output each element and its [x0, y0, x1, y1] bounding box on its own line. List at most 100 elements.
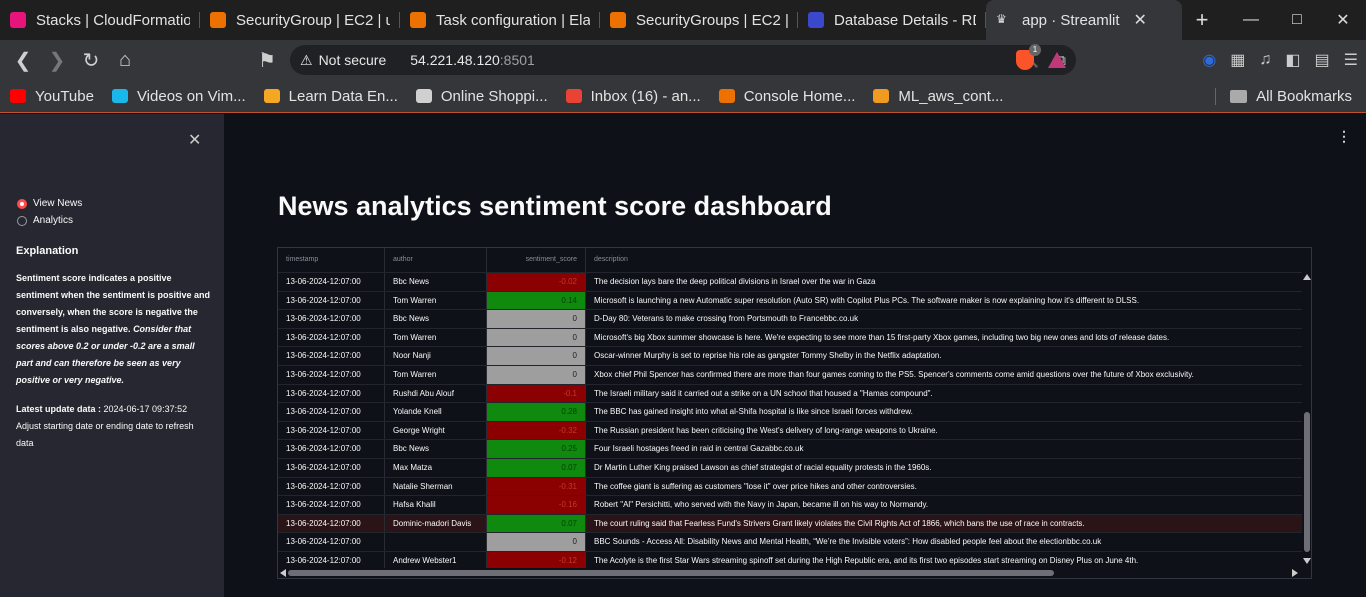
cell-description[interactable]: The coffee giant is suffering as custome… [586, 478, 1302, 497]
cell-sentiment-score[interactable]: 0 [487, 310, 586, 329]
browser-tab[interactable]: Task configuration | Ela [400, 0, 600, 40]
music-icon[interactable]: ♫ [1259, 51, 1271, 69]
browser-tab[interactable]: ♛ app · Streamlit ✕ [986, 0, 1182, 40]
home-icon[interactable]: ⌂ [108, 43, 142, 77]
more-options-icon[interactable]: ⋮ [1337, 128, 1351, 145]
cell-description[interactable]: Microsoft's big Xbox summer showcase is … [586, 329, 1302, 348]
column-header-description[interactable]: description [586, 248, 1302, 272]
cell-description[interactable]: The BBC has gained insight into what al-… [586, 403, 1302, 422]
cell-sentiment-score[interactable]: 0.14 [487, 291, 586, 311]
horizontal-scroll-thumb[interactable] [288, 570, 1054, 576]
cell-author[interactable]: Rushdi Abu Alouf [385, 384, 487, 404]
cell-sentiment-score[interactable]: 0 [487, 347, 586, 366]
table-row[interactable]: 13-06-2024-12:07:00 Natalie Sherman -0.31 T… [278, 476, 1302, 497]
cell-author[interactable]: George Wright [385, 421, 487, 441]
cell-author[interactable]: Noor Nanji [385, 347, 487, 366]
table-row[interactable]: 13-06-2024-12:07:00 Bbc News -0.02 The deci… [278, 272, 1302, 292]
column-header-timestamp[interactable]: timestamp [278, 248, 385, 272]
sidebar-icon[interactable]: ◧ [1285, 50, 1300, 70]
cell-description[interactable]: Xbox chief Phil Spencer has confirmed th… [586, 366, 1302, 385]
cell-sentiment-score[interactable]: -0.02 [487, 273, 586, 292]
bookmark-page-icon[interactable]: ⚑ [250, 43, 284, 77]
cell-author[interactable]: Yolande Knell [385, 403, 487, 422]
bookmark-item[interactable]: Online Shoppi... [415, 88, 548, 105]
cell-sentiment-score[interactable]: 0 [487, 366, 586, 385]
table-row[interactable]: 13-06-2024-12:07:00 Noor Nanji 0 Oscar-winn… [278, 346, 1302, 366]
bookmark-item[interactable]: Inbox (16) - an... [565, 88, 701, 105]
horizontal-scrollbar[interactable] [278, 568, 1302, 578]
maximize-icon[interactable]: □ [1274, 11, 1320, 29]
cell-sentiment-score[interactable]: 0 [487, 328, 586, 348]
cell-timestamp[interactable]: 13-06-2024-12:07:00 [278, 533, 385, 552]
table-row[interactable]: 13-06-2024-12:07:00 Tom Warren 0 Xbox chief… [278, 365, 1302, 385]
vertical-scroll-thumb[interactable] [1304, 412, 1310, 552]
table-row[interactable]: 13-06-2024-12:07:00 Max Matza 0.07 Dr Marti… [278, 458, 1302, 478]
cell-description[interactable]: Microsoft is launching a new Automatic s… [586, 292, 1302, 311]
cell-author[interactable]: Bbc News [385, 310, 487, 329]
cell-sentiment-score[interactable]: 0.28 [487, 403, 586, 422]
cell-author[interactable]: Dominic-madori Davis [385, 514, 487, 534]
cell-timestamp[interactable]: 13-06-2024-12:07:00 [278, 366, 385, 385]
table-row[interactable]: 13-06-2024-12:07:00 Andrew Webster1 -0.12 T… [278, 551, 1302, 571]
browser-tab[interactable]: SecurityGroups | EC2 | [600, 0, 798, 40]
news-dataframe[interactable]: timestamp author sentiment_score descrip… [277, 247, 1312, 579]
table-row[interactable]: 13-06-2024-12:07:00 Hafsa Khalil -0.16 Robe… [278, 495, 1302, 515]
cell-author[interactable]: Tom Warren [385, 328, 487, 348]
cell-description[interactable]: Robert "Al" Persichitti, who served with… [586, 496, 1302, 515]
cell-sentiment-score[interactable]: -0.31 [487, 477, 586, 497]
cell-sentiment-score[interactable]: 0.07 [487, 514, 586, 534]
column-header-author[interactable]: author [385, 248, 487, 272]
reload-icon[interactable]: ↻ [74, 43, 108, 77]
cell-timestamp[interactable]: 13-06-2024-12:07:00 [278, 496, 385, 515]
cell-timestamp[interactable]: 13-06-2024-12:07:00 [278, 459, 385, 478]
cell-description[interactable]: Four Israeli hostages freed in raid in c… [586, 440, 1302, 459]
all-bookmarks[interactable]: All Bookmarks [1230, 80, 1352, 113]
cell-timestamp[interactable]: 13-06-2024-12:07:00 [278, 273, 385, 292]
back-icon[interactable]: ❮ [6, 43, 40, 77]
browser-tab[interactable]: SecurityGroup | EC2 | u [200, 0, 400, 40]
cell-timestamp[interactable]: 13-06-2024-12:07:00 [278, 403, 385, 422]
cell-author[interactable]: Tom Warren [385, 291, 487, 311]
cell-timestamp[interactable]: 13-06-2024-12:07:00 [278, 310, 385, 329]
cell-sentiment-score[interactable]: -0.16 [487, 496, 586, 515]
cell-author[interactable]: Bbc News [385, 440, 487, 459]
cell-timestamp[interactable]: 13-06-2024-12:07:00 [278, 440, 385, 459]
table-row[interactable]: 13-06-2024-12:07:00 Tom Warren 0 Microsoft'… [278, 327, 1302, 348]
table-row[interactable]: 13-06-2024-12:07:00 George Wright -0.32 The… [278, 420, 1302, 441]
cell-sentiment-score[interactable]: -0.32 [487, 421, 586, 441]
cell-author[interactable]: Max Matza [385, 459, 487, 478]
cell-description[interactable]: The Israeli military said it carried out… [586, 385, 1302, 404]
table-row[interactable]: 13-06-2024-12:07:00 0 BBC Sounds - Access … [278, 532, 1302, 552]
table-row[interactable]: 13-06-2024-12:07:00 Bbc News 0 D-Day 80: Ve… [278, 309, 1302, 329]
table-row[interactable]: 13-06-2024-12:07:00 Yolande Knell 0.28 The … [278, 402, 1302, 422]
cell-timestamp[interactable]: 13-06-2024-12:07:00 [278, 514, 385, 534]
cell-timestamp[interactable]: 13-06-2024-12:07:00 [278, 477, 385, 497]
column-header-sentiment-score[interactable]: sentiment_score [487, 248, 586, 272]
cell-timestamp[interactable]: 13-06-2024-12:07:00 [278, 347, 385, 366]
brave-shields-icon[interactable]: 1 [1016, 44, 1041, 70]
close-window-icon[interactable]: ✕ [1320, 10, 1366, 30]
cell-description[interactable]: Oscar-winner Murphy is set to reprise hi… [586, 347, 1302, 366]
table-row[interactable]: 13-06-2024-12:07:00 Bbc News 0.25 Four Isra… [278, 439, 1302, 459]
bookmark-item[interactable]: ML_aws_cont... [873, 88, 1003, 105]
radio-view-news[interactable]: View News [17, 198, 82, 209]
cell-timestamp[interactable]: 13-06-2024-12:07:00 [278, 384, 385, 404]
cell-sentiment-score[interactable]: 0.07 [487, 459, 586, 478]
cell-sentiment-score[interactable]: 0 [487, 533, 586, 552]
cell-author[interactable]: Tom Warren [385, 366, 487, 385]
cell-timestamp[interactable]: 13-06-2024-12:07:00 [278, 421, 385, 441]
cell-description[interactable]: Dr Martin Luther King praised Lawson as … [586, 459, 1302, 478]
address-bar[interactable]: ⚠ Not secure 54.221.48.120:8501 🔍 ⧉ [290, 45, 1076, 75]
cell-description[interactable]: D-Day 80: Veterans to make crossing from… [586, 310, 1302, 329]
bookmark-item[interactable]: Learn Data En... [263, 88, 398, 105]
bookmark-item[interactable]: YouTube [10, 88, 94, 105]
table-row[interactable]: 13-06-2024-12:07:00 Dominic-madori Davis 0… [278, 513, 1302, 534]
scroll-down-icon[interactable] [1303, 558, 1311, 564]
browser-tab[interactable]: Stacks | CloudFormatio [0, 0, 200, 40]
cell-author[interactable]: Bbc News [385, 273, 487, 292]
browser-tab[interactable]: Database Details - RDS [798, 0, 986, 40]
cell-author[interactable]: Hafsa Khalil [385, 496, 487, 515]
cell-timestamp[interactable]: 13-06-2024-12:07:00 [278, 291, 385, 311]
brave-rewards-icon[interactable] [1048, 52, 1066, 68]
scroll-left-icon[interactable] [280, 569, 286, 577]
